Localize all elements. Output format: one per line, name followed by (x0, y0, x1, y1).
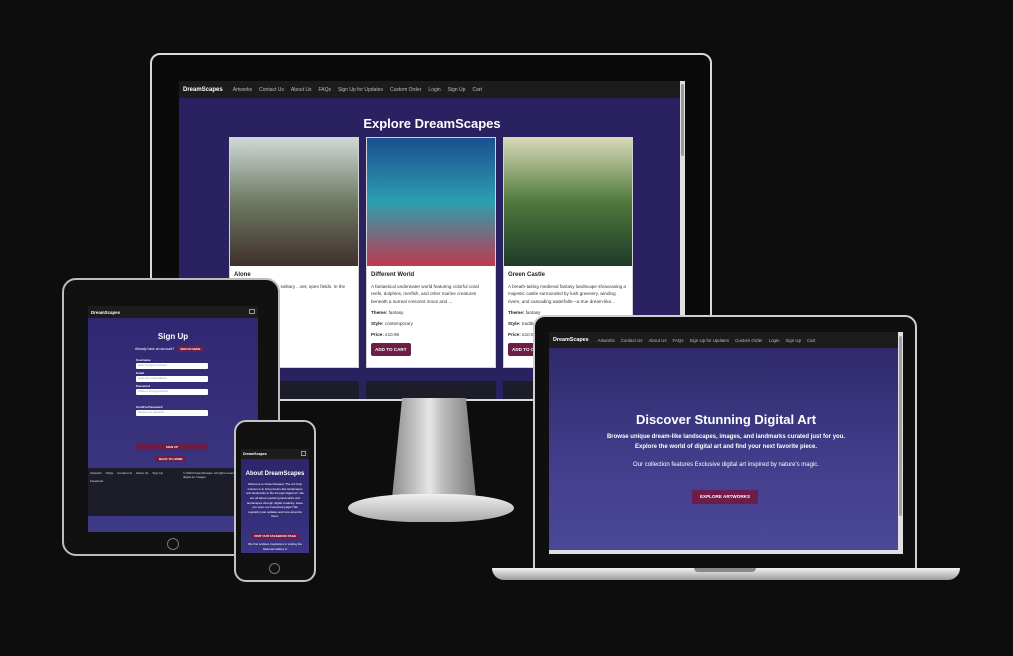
footer-link[interactable]: FAQs (106, 471, 114, 475)
artwork-theme: fantasy (388, 309, 404, 315)
facebook-page-button[interactable]: VISIT OUR FACEBOOK PAGE (251, 533, 299, 539)
nav-link-login[interactable]: Login (428, 87, 440, 93)
nav-link-faqs[interactable]: FAQs (318, 87, 331, 93)
hero-title: Discover Stunning Digital Art (635, 412, 817, 427)
nav-link-signup-updates[interactable]: Sign Up for Updates (338, 87, 383, 93)
nav-link-signup[interactable]: Sign Up (448, 87, 466, 93)
theme-label: Theme: (371, 309, 388, 315)
nav-link-about[interactable]: About Us (291, 87, 312, 93)
phone-home-button (269, 563, 280, 574)
monitor-stand-neck (392, 398, 476, 498)
confirm-password-label: Confirm Password (136, 405, 163, 409)
nav-link-cart[interactable]: Cart (807, 338, 815, 343)
artwork-style: contemporary (384, 320, 413, 326)
phone-navbar: DreamScapes (241, 449, 309, 459)
laptop: DreamScapes Artworks Contact Us About Us… (533, 315, 917, 571)
add-to-cart-button[interactable]: ADD TO CART (371, 342, 411, 357)
artwork-name: Green Castle (508, 272, 546, 278)
about-title: About DreamScapes (245, 471, 305, 477)
email-field[interactable]: Enter your email address (136, 376, 208, 382)
password-label: Password (136, 384, 151, 388)
nav-link-artworks[interactable]: Artworks (598, 338, 615, 343)
nav-link-login[interactable]: Login (769, 338, 780, 343)
nav-link-contact[interactable]: Contact Us (259, 87, 284, 93)
tablet-screen: DreamScapes Sign Up Already have an acco… (88, 306, 258, 532)
style-label: Style: (371, 320, 384, 326)
sign-up-button[interactable]: SIGN UP (136, 443, 208, 450)
artwork-description: A breath-taking medieval fantasy landsca… (508, 284, 626, 304)
theme-label: Theme: (508, 309, 525, 315)
artwork-description: A fantastical underwater world featuring… (371, 284, 479, 304)
style-label: Style: (508, 320, 521, 326)
have-account-row: Already have an account? SIGN IN HERE (135, 346, 204, 352)
brand-logo[interactable]: DreamScapes (183, 87, 223, 93)
nav-link-custom-order[interactable]: Custom Order (390, 87, 421, 93)
brand-logo[interactable]: DreamScapes (243, 452, 267, 456)
have-account-text: Already have an account? (135, 347, 175, 351)
nav-link-signup-updates[interactable]: Sign Up for Updates (690, 338, 730, 343)
password-field[interactable]: Create a strong password (136, 389, 208, 395)
about-text-continued: We find endless inspiration in visiting … (248, 542, 302, 551)
laptop-notch (694, 568, 756, 572)
tablet-home-button (167, 538, 179, 550)
nav-link-faqs[interactable]: FAQs (673, 338, 684, 343)
desktop-navbar: DreamScapes Artworks Contact Us About Us… (179, 81, 685, 98)
sign-in-button[interactable]: SIGN IN HERE (177, 346, 204, 352)
footer-link[interactable]: Artworks (90, 471, 102, 475)
signup-title: Sign Up (157, 332, 189, 341)
scrollbar-thumb[interactable] (681, 84, 684, 156)
artwork-name: Different World (371, 272, 415, 278)
nav-link-signup[interactable]: Sign Up (785, 338, 801, 343)
footer-link[interactable]: Facebook (90, 479, 103, 483)
signup-form: Username Enter a unique username Email E… (136, 356, 208, 416)
brand-logo[interactable]: DreamScapes (553, 337, 589, 343)
nav-link-artworks[interactable]: Artworks (233, 87, 252, 93)
back-to-home-button[interactable]: BACK TO HOME (155, 456, 187, 462)
footer-links: Artworks FAQs Contact Us About Us Sign U… (90, 471, 170, 483)
price-label: Price: (371, 331, 384, 337)
nav-link-cart[interactable]: Cart (472, 87, 481, 93)
nav-link-custom-order[interactable]: Custom Order (735, 338, 763, 343)
brand-logo[interactable]: DreamScapes (91, 310, 120, 315)
tablet-navbar: DreamScapes (88, 306, 258, 318)
hero-tagline: Our collection features Exclusive digita… (633, 462, 819, 468)
laptop-screen: DreamScapes Artworks Contact Us About Us… (549, 332, 903, 554)
hero-subtitle-line: Explore the world of digital art and fin… (634, 444, 818, 451)
artwork-image[interactable] (230, 138, 358, 266)
price-label: Price: (508, 331, 521, 337)
email-label: Email (136, 371, 145, 375)
footer: Artworks FAQs Contact Us About Us Sign U… (88, 468, 258, 516)
vertical-scrollbar[interactable] (898, 332, 903, 554)
artwork-image[interactable] (504, 138, 632, 266)
username-label: Username (136, 358, 151, 362)
footer-link[interactable]: Contact Us (117, 471, 132, 475)
username-field[interactable]: Enter a unique username (136, 363, 208, 369)
monitor-stand-base (348, 494, 514, 522)
artwork-price: £10.99 (385, 331, 400, 337)
hero-subtitle: Browse unique dream-like landscapes, ima… (549, 432, 903, 452)
artwork-image[interactable] (367, 138, 495, 266)
hamburger-menu-icon[interactable] (301, 451, 306, 456)
footer-link[interactable]: About Us (136, 471, 148, 475)
about-text: Welcome to DreamScapes! The art shop mis… (246, 482, 304, 519)
confirm-password-field[interactable]: Repeat your password (136, 410, 208, 416)
phone-screen: DreamScapes About DreamScapes Welcome to… (241, 449, 309, 553)
laptop-navbar: DreamScapes Artworks Contact Us About Us… (549, 332, 903, 348)
hamburger-menu-icon[interactable] (249, 309, 255, 314)
explore-artworks-button[interactable]: EXPLORE ARTWORKS (692, 490, 758, 504)
page-title: Explore DreamScapes (363, 116, 501, 131)
artwork-card: Different World A fantastical underwater… (366, 137, 496, 368)
footer-link[interactable]: Sign Up (152, 471, 163, 475)
nav-link-about[interactable]: About Us (648, 338, 666, 343)
nav-link-contact[interactable]: Contact Us (621, 338, 643, 343)
artwork-theme: fantasy (525, 309, 541, 315)
scrollbar-thumb[interactable] (899, 336, 902, 516)
phone: DreamScapes About DreamScapes Welcome to… (234, 420, 316, 582)
next-card-preview (366, 381, 496, 399)
hero-subtitle-line: Browse unique dream-like landscapes, ima… (606, 434, 846, 440)
horizontal-scrollbar[interactable] (549, 550, 898, 554)
